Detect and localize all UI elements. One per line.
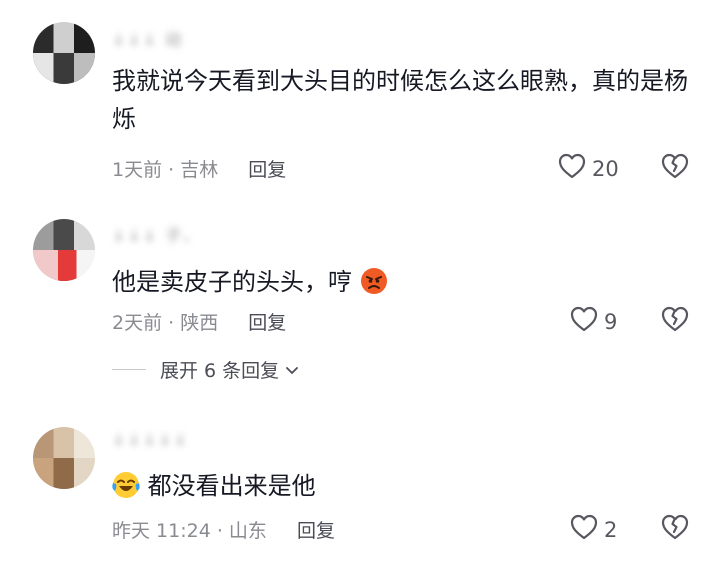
chevron-down-icon xyxy=(285,359,299,381)
comment-meta: 昨天 11:24 · 山东 回复 xyxy=(112,516,335,543)
dislike-button[interactable] xyxy=(660,514,690,544)
meta-separator: · xyxy=(162,312,181,334)
divider-line xyxy=(112,369,146,370)
expand-replies-label: 展开 6 条回复 xyxy=(160,360,280,382)
comment-time: 2天前 xyxy=(112,312,163,334)
dislike-button[interactable] xyxy=(660,153,690,183)
comment-text: 他是卖皮子的头头，哼 xyxy=(112,263,702,306)
like-button[interactable]: 2 xyxy=(570,514,617,545)
broken-heart-icon[interactable] xyxy=(660,153,690,183)
meta-separator: · xyxy=(162,159,181,181)
like-count: 2 xyxy=(604,517,618,542)
heart-icon[interactable] xyxy=(570,514,598,545)
comment-meta: 1天前 · 吉林 回复 xyxy=(112,155,286,182)
comment-username[interactable]: ↓↓↓ 子、 xyxy=(112,222,201,246)
crying-laughing-icon xyxy=(112,471,140,510)
comment-location: 吉林 xyxy=(180,159,219,181)
comment-location: 山东 xyxy=(228,520,267,542)
comment-username[interactable]: ↓↓↓ 动 xyxy=(112,26,183,50)
comment-meta: 2天前 · 陕西 回复 xyxy=(112,308,286,335)
comment-time: 1天前 xyxy=(112,159,163,181)
heart-icon[interactable] xyxy=(570,306,598,337)
comment-username[interactable]: ↓↓↓↓↓ xyxy=(112,430,189,449)
like-button[interactable]: 20 xyxy=(558,153,619,184)
comment-text-body: 都没看出来是他 xyxy=(147,472,316,500)
comment-time: 昨天 11:24 xyxy=(112,520,211,542)
avatar[interactable] xyxy=(33,427,95,489)
meta-separator: · xyxy=(210,520,229,542)
angry-face-icon xyxy=(360,267,388,306)
reply-button[interactable]: 回复 xyxy=(248,312,286,334)
like-count: 20 xyxy=(592,156,619,181)
broken-heart-icon[interactable] xyxy=(660,514,690,544)
like-button[interactable]: 9 xyxy=(570,306,617,337)
comment-text: 都没看出来是他 xyxy=(112,467,702,510)
like-count: 9 xyxy=(604,309,618,334)
comment-location: 陕西 xyxy=(180,312,219,334)
comment-text-body: 他是卖皮子的头头，哼 xyxy=(112,268,352,296)
avatar[interactable] xyxy=(33,22,95,84)
dislike-button[interactable] xyxy=(660,306,690,336)
broken-heart-icon[interactable] xyxy=(660,306,690,336)
comment-text: 我就说今天看到大头目的时候怎么这么眼熟，真的是杨烁 xyxy=(112,67,688,133)
reply-button[interactable]: 回复 xyxy=(248,159,286,181)
expand-replies-button[interactable]: 展开 6 条回复 xyxy=(112,356,299,383)
heart-icon[interactable] xyxy=(558,153,586,184)
reply-button[interactable]: 回复 xyxy=(297,520,335,542)
avatar[interactable] xyxy=(33,219,95,281)
